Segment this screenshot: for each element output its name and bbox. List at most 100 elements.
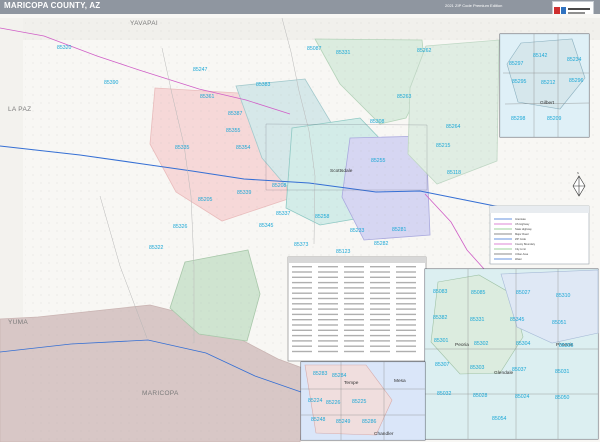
index-table-line: [396, 281, 416, 284]
map-title: MARICOPA COUNTY, AZ: [4, 1, 101, 10]
legend-box: InterstateUS HighwayState HighwayMajor R…: [489, 205, 590, 265]
zip-label: 85354: [236, 145, 251, 151]
index-table-line: [370, 319, 390, 321]
index-table-line: [318, 271, 338, 273]
inset-zip-label: 85302: [474, 341, 489, 347]
index-table-line: [292, 345, 312, 347]
zip-label: 85118: [447, 170, 461, 176]
index-table-header: [288, 257, 426, 263]
zip-label: 85390: [104, 80, 119, 86]
legend-row-label: County Boundary: [515, 242, 536, 246]
inset-zip-label: 85085: [471, 290, 486, 296]
index-table-line: [396, 324, 416, 326]
zip-label: 85383: [256, 82, 271, 88]
inset-zip-label: 85226: [326, 400, 341, 406]
index-table-line: [396, 276, 416, 278]
inset-zip-label: 85050: [555, 395, 570, 401]
zip-label: 85331: [336, 50, 351, 56]
legend-panel: [489, 205, 590, 265]
index-table-line: [292, 303, 312, 305]
maricopa-label: MARICOPA: [142, 390, 179, 397]
index-table-line: [318, 303, 338, 305]
zip-label: 85345: [259, 223, 274, 229]
index-table-line: [396, 313, 416, 316]
inset-zip-label: 85142: [533, 53, 548, 59]
title-bar: MARICOPA COUNTY, AZ 2021 ZIP Code Premiu…: [0, 0, 600, 15]
inset-zip-label: 85031: [555, 369, 570, 375]
zip-label: 85337: [276, 211, 291, 217]
index-table-line: [318, 350, 338, 353]
index-table-line: [396, 297, 416, 300]
inset-zip-label: 85307: [435, 362, 450, 368]
index-table-line: [318, 297, 338, 300]
zip-label: 85282: [374, 241, 389, 247]
index-table-line: [318, 324, 338, 326]
inset-zip-label: 85310: [556, 293, 571, 299]
place-chandler: Chandler: [374, 431, 394, 437]
index-table-line: [292, 292, 312, 294]
index-table-line: [370, 266, 390, 268]
inset-zip-label: 85054: [492, 416, 507, 422]
index-table-line: [292, 276, 312, 278]
zip-label: 85264: [446, 124, 461, 130]
index-table-line: [292, 313, 312, 316]
inset-zip-label: 85297: [509, 61, 524, 67]
index-table-line: [396, 340, 416, 342]
index-table-line: [344, 324, 364, 326]
legend-row-label: Major Road: [515, 232, 529, 236]
inset-zip-label: 85298: [511, 116, 526, 122]
index-table-line: [370, 329, 390, 331]
index-table-line: [344, 319, 364, 321]
index-table-line: [318, 266, 338, 268]
index-table-line: [370, 350, 390, 353]
index-table-line: [370, 308, 390, 310]
zip-label: 85361: [200, 94, 215, 100]
zip-label: 85335: [175, 145, 190, 151]
index-table-line: [396, 266, 416, 268]
zip-label: 85326: [173, 224, 188, 230]
index-table-line: [318, 340, 338, 342]
index-table-line: [370, 303, 390, 305]
inset-zip-label: 85295: [512, 79, 527, 85]
legend-row-label: Water: [515, 257, 522, 261]
legend-header-bar: [490, 206, 589, 213]
index-table-line: [396, 292, 416, 294]
index-table-line: [292, 266, 312, 268]
inset-zip-label: 85345: [510, 317, 525, 323]
index-table-line: [370, 345, 390, 347]
index-table-line: [396, 303, 416, 305]
inset-zip-label: 85224: [308, 398, 323, 404]
zip-label: 85320: [57, 45, 72, 51]
legend-row-label: ZIP Code: [515, 237, 526, 241]
zip-label: 85322: [149, 245, 164, 251]
inset-zip-label: 85284: [332, 373, 347, 379]
index-table-line: [318, 287, 338, 289]
zip-label: 85387: [228, 111, 243, 117]
inset-zip-label: 85296: [569, 78, 584, 84]
index-table-line: [292, 287, 312, 289]
inset-zip-label: 85032: [437, 391, 452, 397]
index-table-line: [318, 292, 338, 294]
index-table-line: [396, 345, 416, 347]
zip-label: 85258: [315, 214, 330, 220]
legend-row-label: City Limit: [515, 247, 526, 251]
index-table-line: [396, 350, 416, 353]
index-table-line: [344, 345, 364, 347]
inset-zip-label: 85301: [434, 338, 449, 344]
index-table-line: [344, 313, 364, 316]
index-table-line: [292, 271, 312, 273]
inset-zip-label: 85283: [313, 371, 328, 377]
place-tempe: Tempe: [344, 380, 359, 386]
legend-row-label: State Highway: [515, 227, 532, 231]
index-table-line: [344, 281, 364, 284]
zip-label: 85355: [226, 128, 241, 134]
inset-zip-label: 85249: [336, 419, 351, 425]
inset-zip-label: 85024: [515, 394, 530, 400]
index-table-line: [318, 329, 338, 331]
index-table-line: [370, 313, 390, 316]
zip-label: 85255: [371, 158, 386, 164]
index-table-line: [344, 297, 364, 300]
inset-zip-label: 85303: [470, 365, 485, 371]
index-table-line: [292, 334, 312, 337]
index-table-line: [344, 287, 364, 289]
